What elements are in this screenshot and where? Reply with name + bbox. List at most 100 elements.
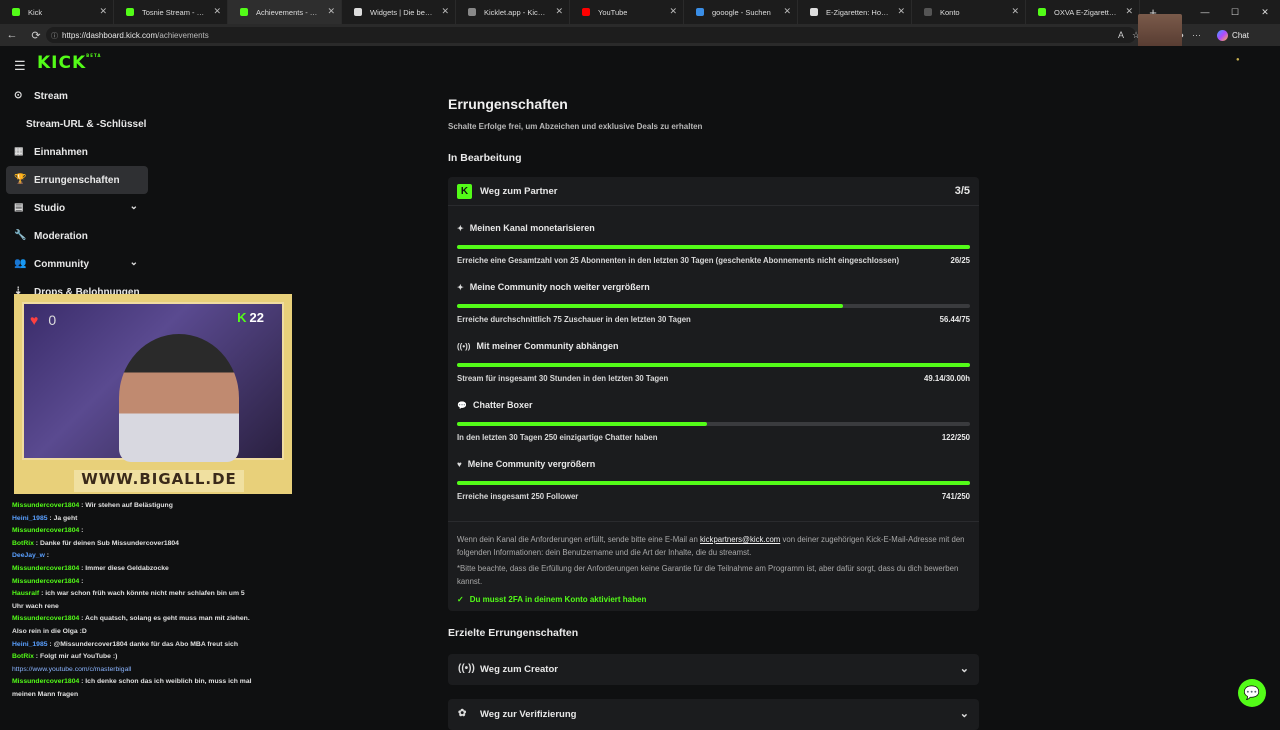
progress-bar [457,422,970,426]
site-info-icon[interactable]: ⓘ [51,31,58,41]
kick-logo[interactable]: KICKBETA [37,53,101,73]
goal-item: ✦ Meine Community noch weiter vergrößern … [457,282,970,324]
browser-tab[interactable]: OXVA E-Zigaretten POD✕ [1026,0,1140,24]
window-controls: — ☐ ✕ [1190,0,1280,24]
address-bar-row: ← ⟳ ⓘ https://dashboard.kick.com/achieve… [0,24,1280,46]
hamburger-menu-icon[interactable]: ☰ [14,58,26,74]
sidebar-item-errungenschaften[interactable]: 🏆 Errungenschaften [6,166,148,194]
close-window-icon[interactable]: ✕ [1250,7,1280,18]
webcam-overlay: ♥ 0 K 22 WWW.BIGALL.DE [14,294,292,494]
close-tab-icon[interactable]: ✕ [327,6,335,17]
verified-badge-icon: ✿ [458,708,467,719]
partner-note: Wenn dein Kanal die Anforderungen erfüll… [448,521,979,607]
sidebar-item-studio[interactable]: ▤ Studio ⌄ [6,194,148,222]
goal-value: 122/250 [941,433,970,442]
sidebar-item-einnahmen[interactable]: ▦ Einnahmen [6,138,148,166]
close-tab-icon[interactable]: ✕ [897,6,905,17]
chat-bubble-icon: 💬 [457,400,467,410]
maximize-icon[interactable]: ☐ [1220,7,1250,18]
close-tab-icon[interactable]: ✕ [669,6,677,17]
progress-bar [457,481,970,485]
community-icon: 👥 [14,258,27,269]
favicon-icon [1038,8,1046,16]
copilot-chat-button[interactable]: Chat [1217,29,1249,41]
partner-card: K Weg zum Partner 3/5 ✦ Meinen Kanal mone… [448,177,979,611]
chat-message: Hausralf : ich war schon früh wach könnt… [12,590,245,610]
chat-message: Missundercover1804 : [12,577,84,585]
favicon-icon [240,8,248,16]
progress-fill [457,304,843,308]
chevron-down-icon: ⌄ [129,257,138,268]
close-tab-icon[interactable]: ✕ [783,6,791,17]
chat-overlay: Missundercover1804 : Wir stehen auf Belä… [12,500,252,702]
favicon-icon [696,8,704,16]
reload-icon[interactable]: ⟳ [24,29,48,42]
sidebar-item-stream-url[interactable]: Stream-URL & -Schlüssel [6,110,148,138]
progress-fill [457,245,970,249]
goal-value: 741/250 [941,492,970,501]
read-aloud-icon[interactable]: A [1118,30,1124,40]
close-tab-icon[interactable]: ✕ [441,6,449,17]
studio-icon: ▤ [14,202,24,213]
favicon-icon [810,8,818,16]
url-path: /achievements [157,30,209,40]
chat-message: DeeJay_w : [12,552,50,560]
favicon-icon [354,8,362,16]
close-tab-icon[interactable]: ✕ [213,6,221,17]
kick-viewer-badge: K 22 [237,310,264,325]
progress-count: 3/5 [954,185,970,197]
progress-bar [457,245,970,249]
close-tab-icon[interactable]: ✕ [99,6,107,17]
browser-tab[interactable]: Tosnie Stream - Watch Live✕ [114,0,228,24]
favicon-icon [126,8,134,16]
chat-message: BotRix : Folgt mir auf YouTube :) https:/… [12,653,132,673]
overlay-banner: WWW.BIGALL.DE [74,470,244,492]
broadcast-icon: ((•)) [458,663,475,674]
close-tab-icon[interactable]: ✕ [1125,6,1133,17]
chat-message: Missundercover1804 : Ach quatsch, solang… [12,615,250,635]
wrench-icon: 🔧 [14,230,27,241]
achievement-verification[interactable]: ✿ Weg zur Verifizierung ⌄ [448,699,979,730]
browser-tab[interactable]: E-Zigaretten: Hochwertige✕ [798,0,912,24]
url-host: https://dashboard.kick.com [62,30,158,40]
close-tab-icon[interactable]: ✕ [555,6,563,17]
back-icon[interactable]: ← [0,29,24,41]
sidebar: ⊙ Stream Stream-URL & -Schlüssel ▦ Einnahm… [6,82,148,306]
chat-message: Missundercover1804 : [12,527,84,535]
chevron-down-icon: ⌄ [959,663,969,675]
card-title: Weg zum Partner [480,185,558,197]
chevron-down-icon: ⌄ [129,201,138,212]
check-icon: ✓ [457,595,464,604]
favicon-icon [468,8,476,16]
url-field[interactable]: ⓘ https://dashboard.kick.com/achievement… [46,27,1136,43]
browser-tab[interactable]: Widgets | Die beste Softw✕ [342,0,456,24]
browser-tab[interactable]: Kick ✕ [0,0,114,24]
chevron-down-icon: ⌄ [959,708,969,720]
goal-item: ((•)) Mit meiner Community abhängen Strea… [457,341,970,383]
minimize-icon[interactable]: — [1190,7,1220,17]
avatar[interactable]: ● [1236,57,1240,63]
help-chat-button[interactable]: 💬 [1238,679,1266,707]
browser-tab[interactable]: gooogle - Suchen ✕ [684,0,798,24]
heart-rate-icon: ♥ 0 [30,312,57,328]
partner-email-link[interactable]: kickpartners@kick.com [700,535,780,544]
achievement-creator[interactable]: ((•)) Weg zum Creator ⌄ [448,654,979,685]
favicon-icon [582,8,590,16]
sidebar-item-stream[interactable]: ⊙ Stream [6,82,148,110]
webcam-feed: ♥ 0 K 22 [22,302,284,462]
sidebar-item-community[interactable]: 👥 Community ⌄ [6,250,148,278]
browser-tab[interactable]: Kicklet.app - Kick Chatbo✕ [456,0,570,24]
page-subtitle: Schalte Erfolge frei, um Abzeichen und e… [448,122,703,131]
sidebar-item-moderation[interactable]: 🔧 Moderation [6,222,148,250]
close-tab-icon[interactable]: ✕ [1011,6,1019,17]
goal-item: ✦ Meinen Kanal monetarisieren Erreiche ei… [457,223,970,265]
browser-tab-active[interactable]: Achievements - Kick Dash✕ [228,0,342,24]
trophy-icon: 🏆 [14,174,27,185]
chat-message: Heini_1985 : @Missundercover1804 danke f… [12,640,238,648]
goal-item: 💬 Chatter Boxer In den letzten 30 Tagen 2… [457,400,970,442]
browser-tab[interactable]: YouTube ✕ [570,0,684,24]
progress-fill [457,363,970,367]
more-menu-icon[interactable]: ··· [1192,30,1201,40]
browser-tab[interactable]: Konto ✕ [912,0,1026,24]
progress-bar [457,363,970,367]
